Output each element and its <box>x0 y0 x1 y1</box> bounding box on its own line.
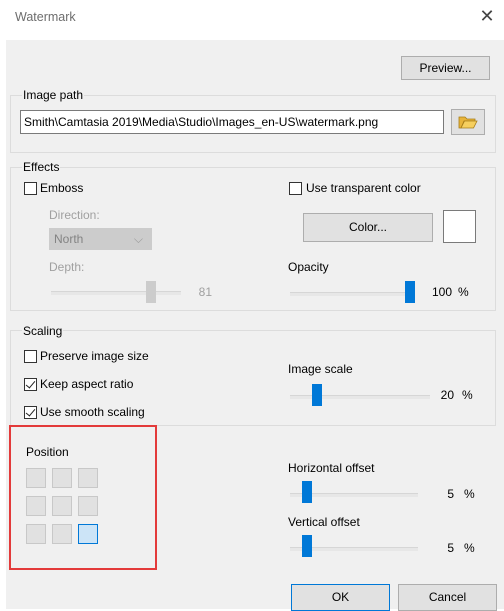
color-button[interactable]: Color... <box>303 213 433 242</box>
vertical-offset-unit: % <box>464 541 475 555</box>
horizontal-offset-unit: % <box>464 487 475 501</box>
preserve-size-checkbox[interactable] <box>24 350 37 363</box>
chevron-down-icon: ⌵ <box>133 232 143 246</box>
vertical-offset-label: Vertical offset <box>288 515 360 529</box>
direction-label: Direction: <box>49 208 100 222</box>
keep-aspect-label: Keep aspect ratio <box>40 377 134 391</box>
position-highlight-box <box>9 425 157 570</box>
image-scale-unit: % <box>462 388 473 402</box>
window-title: Watermark <box>15 10 76 24</box>
image-scale-value: 20 <box>440 388 454 402</box>
direction-value: North <box>54 232 84 246</box>
image-scale-slider-thumb[interactable] <box>312 384 322 406</box>
depth-slider-thumb[interactable] <box>146 281 156 303</box>
depth-value: 81 <box>198 285 212 299</box>
use-transparent-checkbox[interactable] <box>289 182 302 195</box>
opacity-slider-thumb[interactable] <box>405 281 415 303</box>
effects-label: Effects <box>22 160 61 174</box>
smooth-scaling-checkbox[interactable] <box>24 406 37 419</box>
ok-button[interactable]: OK <box>291 584 390 611</box>
dialog-panel: Preview... Image path Smith\Camtasia 201… <box>6 40 504 611</box>
horizontal-offset-slider-thumb[interactable] <box>302 481 312 503</box>
vertical-offset-value: 5 <box>447 541 454 555</box>
emboss-checkbox[interactable] <box>24 182 37 195</box>
opacity-unit: % <box>458 285 469 299</box>
preview-button[interactable]: Preview... <box>401 56 490 80</box>
smooth-scaling-label: Use smooth scaling <box>40 405 145 419</box>
keep-aspect-checkbox[interactable] <box>24 378 37 391</box>
emboss-label: Emboss <box>40 181 84 195</box>
preserve-size-label: Preserve image size <box>40 349 149 363</box>
image-scale-slider-track[interactable] <box>290 395 430 399</box>
depth-slider-track[interactable] <box>51 291 181 295</box>
horizontal-offset-label: Horizontal offset <box>288 461 375 475</box>
depth-label: Depth: <box>49 260 85 274</box>
horizontal-offset-value: 5 <box>447 487 454 501</box>
image-path-input[interactable]: Smith\Camtasia 2019\Media\Studio\Images_… <box>20 110 444 134</box>
close-icon[interactable]: ✕ <box>476 5 498 27</box>
opacity-label: Opacity <box>288 260 329 274</box>
direction-select[interactable]: North ⌵ <box>49 228 152 250</box>
browse-button[interactable] <box>451 109 485 135</box>
scaling-label: Scaling <box>22 324 64 338</box>
transparent-color-swatch[interactable] <box>443 210 476 243</box>
cancel-button[interactable]: Cancel <box>398 584 497 611</box>
folder-open-icon <box>458 116 478 129</box>
image-path-label: Image path <box>22 88 85 102</box>
opacity-value: 100 <box>431 285 452 299</box>
vertical-offset-slider-thumb[interactable] <box>302 535 312 557</box>
image-scale-label: Image scale <box>288 362 353 376</box>
use-transparent-label: Use transparent color <box>306 181 421 195</box>
opacity-slider-track[interactable] <box>290 292 412 296</box>
